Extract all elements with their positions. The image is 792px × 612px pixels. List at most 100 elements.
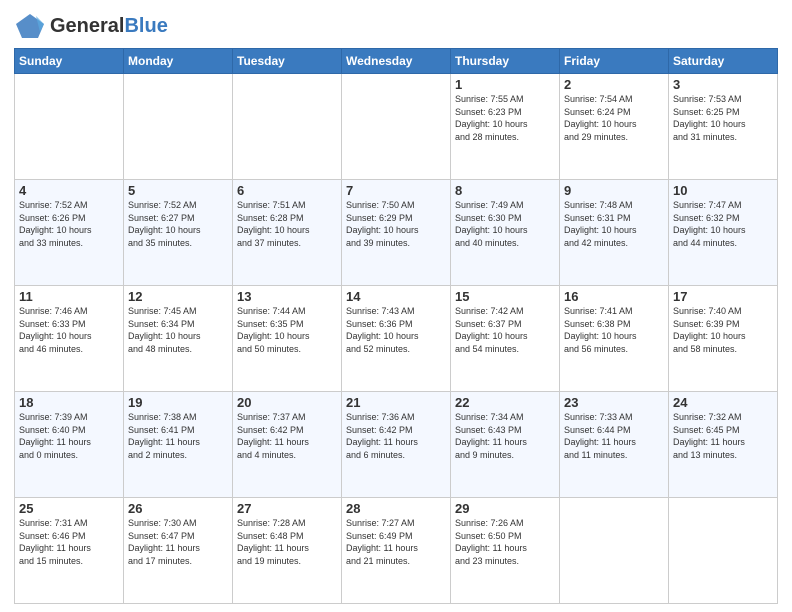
calendar-cell: 25Sunrise: 7:31 AM Sunset: 6:46 PM Dayli… [15,498,124,604]
calendar-cell: 11Sunrise: 7:46 AM Sunset: 6:33 PM Dayli… [15,286,124,392]
calendar-cell: 6Sunrise: 7:51 AM Sunset: 6:28 PM Daylig… [233,180,342,286]
calendar-cell: 28Sunrise: 7:27 AM Sunset: 6:49 PM Dayli… [342,498,451,604]
day-number: 18 [19,395,119,410]
calendar-cell: 8Sunrise: 7:49 AM Sunset: 6:30 PM Daylig… [451,180,560,286]
calendar-cell: 24Sunrise: 7:32 AM Sunset: 6:45 PM Dayli… [669,392,778,498]
day-info: Sunrise: 7:44 AM Sunset: 6:35 PM Dayligh… [237,305,337,355]
calendar-cell: 5Sunrise: 7:52 AM Sunset: 6:27 PM Daylig… [124,180,233,286]
calendar-cell: 27Sunrise: 7:28 AM Sunset: 6:48 PM Dayli… [233,498,342,604]
calendar-cell: 9Sunrise: 7:48 AM Sunset: 6:31 PM Daylig… [560,180,669,286]
day-number: 22 [455,395,555,410]
calendar-cell: 20Sunrise: 7:37 AM Sunset: 6:42 PM Dayli… [233,392,342,498]
day-info: Sunrise: 7:39 AM Sunset: 6:40 PM Dayligh… [19,411,119,461]
day-info: Sunrise: 7:32 AM Sunset: 6:45 PM Dayligh… [673,411,773,461]
day-number: 13 [237,289,337,304]
day-number: 26 [128,501,228,516]
calendar-cell: 4Sunrise: 7:52 AM Sunset: 6:26 PM Daylig… [15,180,124,286]
day-number: 21 [346,395,446,410]
day-info: Sunrise: 7:34 AM Sunset: 6:43 PM Dayligh… [455,411,555,461]
calendar-cell: 26Sunrise: 7:30 AM Sunset: 6:47 PM Dayli… [124,498,233,604]
calendar-cell: 29Sunrise: 7:26 AM Sunset: 6:50 PM Dayli… [451,498,560,604]
day-number: 27 [237,501,337,516]
day-number: 7 [346,183,446,198]
logo-general: General [50,15,124,37]
day-info: Sunrise: 7:55 AM Sunset: 6:23 PM Dayligh… [455,93,555,143]
calendar-cell: 13Sunrise: 7:44 AM Sunset: 6:35 PM Dayli… [233,286,342,392]
day-number: 29 [455,501,555,516]
day-number: 17 [673,289,773,304]
day-header: Friday [560,49,669,74]
day-info: Sunrise: 7:40 AM Sunset: 6:39 PM Dayligh… [673,305,773,355]
day-number: 28 [346,501,446,516]
day-info: Sunrise: 7:49 AM Sunset: 6:30 PM Dayligh… [455,199,555,249]
day-number: 16 [564,289,664,304]
calendar-cell: 19Sunrise: 7:38 AM Sunset: 6:41 PM Dayli… [124,392,233,498]
day-header: Thursday [451,49,560,74]
calendar-cell [342,74,451,180]
day-header: Saturday [669,49,778,74]
calendar-cell: 14Sunrise: 7:43 AM Sunset: 6:36 PM Dayli… [342,286,451,392]
day-info: Sunrise: 7:31 AM Sunset: 6:46 PM Dayligh… [19,517,119,567]
day-number: 8 [455,183,555,198]
day-info: Sunrise: 7:51 AM Sunset: 6:28 PM Dayligh… [237,199,337,249]
day-number: 9 [564,183,664,198]
day-number: 3 [673,77,773,92]
day-info: Sunrise: 7:43 AM Sunset: 6:36 PM Dayligh… [346,305,446,355]
calendar-cell: 10Sunrise: 7:47 AM Sunset: 6:32 PM Dayli… [669,180,778,286]
day-number: 10 [673,183,773,198]
day-number: 14 [346,289,446,304]
calendar-cell [124,74,233,180]
day-number: 6 [237,183,337,198]
day-info: Sunrise: 7:47 AM Sunset: 6:32 PM Dayligh… [673,199,773,249]
day-number: 2 [564,77,664,92]
day-number: 1 [455,77,555,92]
calendar-cell: 17Sunrise: 7:40 AM Sunset: 6:39 PM Dayli… [669,286,778,392]
day-number: 24 [673,395,773,410]
day-number: 5 [128,183,228,198]
logo-blue: Blue [124,15,167,37]
calendar-cell: 7Sunrise: 7:50 AM Sunset: 6:29 PM Daylig… [342,180,451,286]
calendar-cell [233,74,342,180]
day-number: 12 [128,289,228,304]
day-info: Sunrise: 7:41 AM Sunset: 6:38 PM Dayligh… [564,305,664,355]
calendar-cell: 1Sunrise: 7:55 AM Sunset: 6:23 PM Daylig… [451,74,560,180]
day-info: Sunrise: 7:36 AM Sunset: 6:42 PM Dayligh… [346,411,446,461]
day-info: Sunrise: 7:52 AM Sunset: 6:27 PM Dayligh… [128,199,228,249]
day-info: Sunrise: 7:45 AM Sunset: 6:34 PM Dayligh… [128,305,228,355]
calendar-cell [669,498,778,604]
calendar-cell: 15Sunrise: 7:42 AM Sunset: 6:37 PM Dayli… [451,286,560,392]
calendar-cell: 22Sunrise: 7:34 AM Sunset: 6:43 PM Dayli… [451,392,560,498]
day-info: Sunrise: 7:27 AM Sunset: 6:49 PM Dayligh… [346,517,446,567]
day-number: 15 [455,289,555,304]
calendar-cell: 18Sunrise: 7:39 AM Sunset: 6:40 PM Dayli… [15,392,124,498]
day-info: Sunrise: 7:30 AM Sunset: 6:47 PM Dayligh… [128,517,228,567]
day-number: 20 [237,395,337,410]
calendar-cell: 21Sunrise: 7:36 AM Sunset: 6:42 PM Dayli… [342,392,451,498]
day-header: Sunday [15,49,124,74]
day-number: 19 [128,395,228,410]
day-number: 11 [19,289,119,304]
day-info: Sunrise: 7:42 AM Sunset: 6:37 PM Dayligh… [455,305,555,355]
day-header: Wednesday [342,49,451,74]
day-number: 23 [564,395,664,410]
calendar-cell [560,498,669,604]
calendar-cell: 12Sunrise: 7:45 AM Sunset: 6:34 PM Dayli… [124,286,233,392]
day-info: Sunrise: 7:37 AM Sunset: 6:42 PM Dayligh… [237,411,337,461]
day-info: Sunrise: 7:48 AM Sunset: 6:31 PM Dayligh… [564,199,664,249]
day-info: Sunrise: 7:46 AM Sunset: 6:33 PM Dayligh… [19,305,119,355]
day-info: Sunrise: 7:28 AM Sunset: 6:48 PM Dayligh… [237,517,337,567]
day-info: Sunrise: 7:33 AM Sunset: 6:44 PM Dayligh… [564,411,664,461]
logo-icon [14,10,46,42]
calendar: SundayMondayTuesdayWednesdayThursdayFrid… [14,48,778,604]
calendar-cell [15,74,124,180]
day-info: Sunrise: 7:53 AM Sunset: 6:25 PM Dayligh… [673,93,773,143]
day-info: Sunrise: 7:38 AM Sunset: 6:41 PM Dayligh… [128,411,228,461]
day-info: Sunrise: 7:26 AM Sunset: 6:50 PM Dayligh… [455,517,555,567]
calendar-cell: 2Sunrise: 7:54 AM Sunset: 6:24 PM Daylig… [560,74,669,180]
calendar-cell: 16Sunrise: 7:41 AM Sunset: 6:38 PM Dayli… [560,286,669,392]
day-header: Monday [124,49,233,74]
header: GeneralBlue [14,10,778,42]
calendar-cell: 3Sunrise: 7:53 AM Sunset: 6:25 PM Daylig… [669,74,778,180]
day-info: Sunrise: 7:52 AM Sunset: 6:26 PM Dayligh… [19,199,119,249]
day-info: Sunrise: 7:54 AM Sunset: 6:24 PM Dayligh… [564,93,664,143]
